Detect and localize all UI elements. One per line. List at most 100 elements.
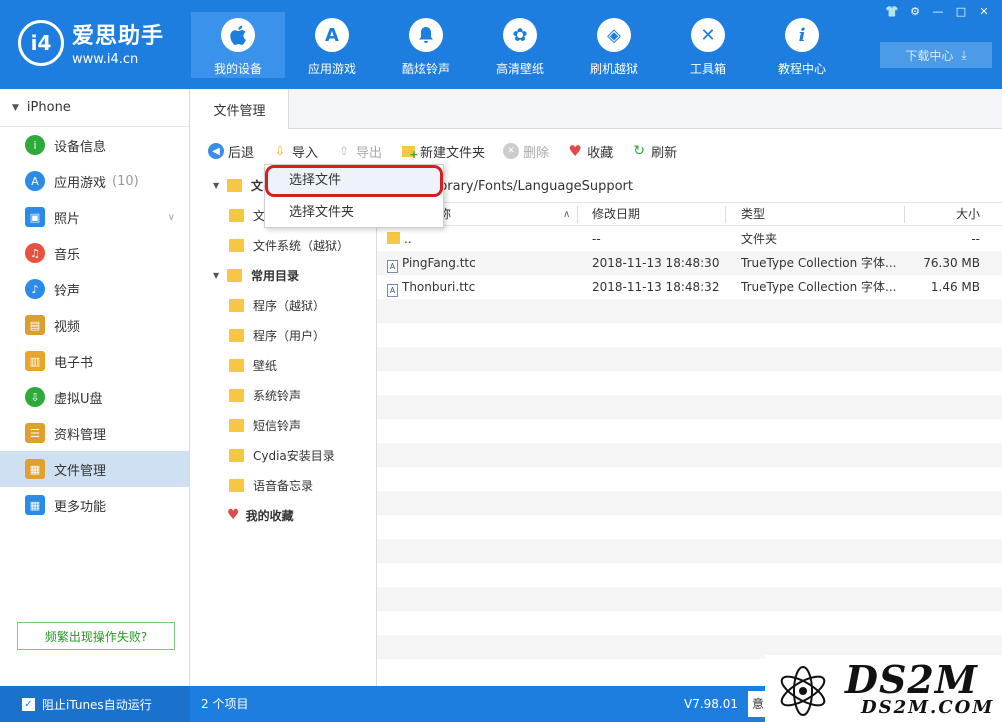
device-selector[interactable]: ▼ iPhone [0, 89, 189, 127]
refresh-button[interactable]: ↻ 刷新 [631, 142, 677, 161]
file-name: .. [404, 232, 412, 246]
sidebar-item-label: 资料管理 [54, 427, 107, 443]
nav-wallpapers[interactable]: ✿ 高清壁纸 [473, 12, 567, 78]
table-row [377, 395, 1002, 419]
table-row [377, 611, 1002, 635]
tree-group-favorites[interactable]: ♥ 我的收藏 [191, 500, 376, 530]
table-row [377, 347, 1002, 371]
nav-toolbox[interactable]: ✕ 工具箱 [661, 12, 755, 78]
expand-icon: ▼ [213, 180, 220, 190]
nav-tutorials[interactable]: i 教程中心 [755, 12, 849, 78]
info-icon: i [25, 135, 45, 155]
tree-item[interactable]: 壁纸 [191, 350, 376, 380]
menu-select-folder[interactable]: 选择文件夹 [265, 197, 443, 229]
table-row[interactable]: .. -- 文件夹 -- [377, 227, 1002, 251]
sidebar-item[interactable]: ♪ 铃声 [0, 271, 189, 307]
tree-item[interactable]: Cydia安装目录 [191, 440, 376, 470]
heart-icon: ♥ [227, 507, 240, 523]
bell-icon: ♪ [25, 279, 45, 299]
column-date[interactable]: 修改日期 [592, 203, 640, 227]
sidebar-item-count: (10) [112, 173, 139, 189]
column-size[interactable]: 大小 [956, 203, 980, 227]
collapse-icon: ▼ [12, 102, 19, 113]
maximize-icon[interactable]: □ [951, 4, 971, 20]
tree-group-common[interactable]: ▼ 常用目录 [191, 260, 376, 290]
sidebar-item[interactable]: i 设备信息 [0, 127, 189, 163]
sidebar-item[interactable]: ☰ 资料管理 [0, 415, 189, 451]
export-icon: ⇧ [339, 144, 350, 158]
tree-item[interactable]: 语音备忘录 [191, 470, 376, 500]
tree-item[interactable]: 短信铃声 [191, 410, 376, 440]
path-bar[interactable]: brary/Fonts/LanguageSupport [377, 170, 1002, 202]
menu-select-file[interactable]: 选择文件 [265, 165, 443, 197]
sidebar: ▼ iPhone i 设备信息 A 应用游戏 (10) ▣ 照片 ∨ ♫ 音乐 ♪ 铃声 ▤ 视频 ▥ 电子书… [0, 89, 190, 686]
tree-item[interactable]: 程序（越狱） [191, 290, 376, 320]
table-row [377, 323, 1002, 347]
app-store-icon: A [315, 18, 349, 52]
window-controls: 👕 ⚙ — □ ✕ [879, 4, 994, 20]
sidebar-item[interactable]: ▤ 视频 [0, 307, 189, 343]
sidebar-item[interactable]: ♫ 音乐 [0, 235, 189, 271]
nav-my-device[interactable]: 我的设备 [191, 12, 285, 78]
tools-icon: ✕ [691, 18, 725, 52]
sidebar-item-label: 文件管理 [54, 463, 107, 479]
table-row[interactable]: A Thonburi.ttc 2018-11-13 18:48:32 TrueType… [377, 275, 1002, 299]
table-row [377, 587, 1002, 611]
folder-icon [229, 328, 244, 342]
minimize-icon[interactable]: — [928, 4, 948, 20]
back-button[interactable]: ◀ 后退 [208, 142, 254, 161]
favorite-button[interactable]: ♥ 收藏 [567, 142, 613, 161]
watermark: DS2M DS2M.COM [765, 655, 1002, 722]
folder-icon [229, 238, 244, 252]
sidebar-item[interactable]: ▣ 照片 ∨ [0, 199, 189, 235]
back-arrow-icon: ◀ [208, 143, 224, 159]
watermark-text: DS2M [845, 657, 978, 702]
logo-icon: i4 [18, 19, 64, 66]
sidebar-item[interactable]: A 应用游戏 (10) [0, 163, 189, 199]
export-button[interactable]: ⇧ 导出 [336, 142, 382, 161]
tab-file-manager[interactable]: 文件管理 [191, 89, 289, 129]
app-logo: i4 爱思助手 www.i4.cn [18, 18, 164, 67]
delete-icon: ✕ [503, 143, 520, 159]
file-size: 1.46 MB [930, 280, 980, 294]
sidebar-item-label: 电子书 [54, 355, 94, 371]
column-type[interactable]: 类型 [741, 203, 765, 227]
frequent-failure-button[interactable]: 频繁出现操作失败? [17, 622, 175, 650]
watermark-url: DS2M.COM [861, 697, 995, 718]
sidebar-item[interactable]: ⇩ 虚拟U盘 [0, 379, 189, 415]
nav-apps-games[interactable]: A 应用游戏 [285, 12, 379, 78]
table-row [377, 491, 1002, 515]
skin-icon[interactable]: 👕 [882, 4, 902, 20]
itunes-autorun-toggle[interactable]: ✓ 阻止iTunes自动运行 [0, 686, 190, 722]
folder-icon [229, 298, 244, 312]
table-row [377, 443, 1002, 467]
download-center-button[interactable]: 下载中心 ⤓ [880, 42, 992, 68]
close-icon[interactable]: ✕ [974, 4, 994, 20]
table-row[interactable]: A PingFang.ttc 2018-11-13 18:48:30 TrueType… [377, 251, 1002, 275]
sidebar-item[interactable]: ▦ 更多功能 [0, 487, 189, 523]
checkbox-checked-icon[interactable]: ✓ [22, 697, 35, 711]
app-name: 爱思助手 [72, 24, 165, 49]
sidebar-item[interactable]: ▦ 文件管理 [0, 451, 189, 487]
tree-item[interactable]: 系统铃声 [191, 380, 376, 410]
grid-icon: ▦ [25, 495, 45, 515]
import-button[interactable]: ⇩ 导入 [272, 142, 318, 161]
file-name: PingFang.ttc [402, 256, 476, 270]
folder-icon [229, 448, 244, 462]
chevron-down-icon[interactable]: ∨ [168, 212, 175, 223]
tree-item[interactable]: 程序（用户） [191, 320, 376, 350]
delete-button[interactable]: ✕ 删除 [503, 142, 549, 161]
file-list-header: 称 ∧ 修改日期 类型 大小 [377, 202, 1002, 226]
table-row [377, 299, 1002, 323]
sidebar-list: i 设备信息 A 应用游戏 (10) ▣ 照片 ∨ ♫ 音乐 ♪ 铃声 ▤ 视频 ▥ 电子书 ⇩ 虚拟U盘 ☰ 资料管… [0, 127, 189, 523]
app-store-icon: A [25, 171, 45, 191]
sidebar-item-label: 照片 [54, 211, 81, 227]
settings-icon[interactable]: ⚙ [905, 4, 925, 20]
sidebar-item[interactable]: ▥ 电子书 [0, 343, 189, 379]
dropbox-icon: ◈ [597, 18, 631, 52]
tree-item-jailbreak-fs[interactable]: 文件系统（越狱） [191, 230, 376, 260]
nav-ringtones[interactable]: 酷炫铃声 [379, 12, 473, 78]
new-folder-button[interactable]: + 新建文件夹 [400, 142, 485, 161]
nav-flash-jailbreak[interactable]: ◈ 刷机越狱 [567, 12, 661, 78]
watermark-logo [780, 666, 826, 716]
